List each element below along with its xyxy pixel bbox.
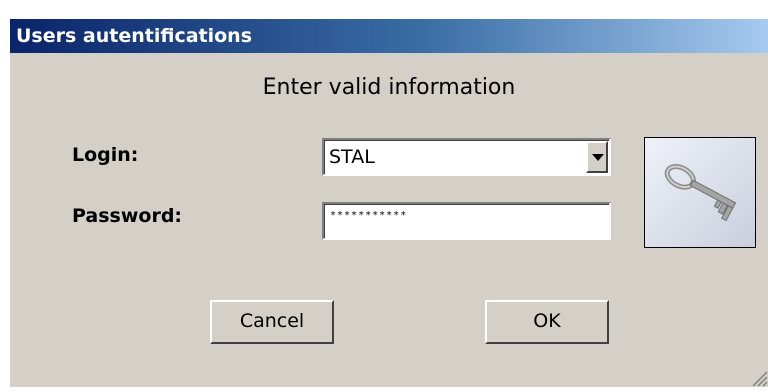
login-combobox[interactable]: STAL — [322, 138, 611, 176]
resize-grip-icon[interactable] — [750, 369, 768, 387]
key-icon — [644, 137, 756, 248]
password-field[interactable]: *********** — [322, 202, 611, 240]
chevron-down-icon — [592, 154, 604, 161]
password-value: *********** — [330, 210, 408, 221]
login-dropdown-button[interactable] — [586, 141, 608, 173]
dialog-heading: Enter valid information — [262, 75, 516, 100]
login-value: STAL — [329, 146, 375, 168]
login-label: Login: — [72, 144, 139, 166]
cancel-button[interactable]: Cancel — [210, 300, 334, 344]
password-label: Password: — [72, 205, 183, 227]
ok-button[interactable]: OK — [485, 300, 609, 344]
title-bar[interactable]: Users autentifications — [10, 19, 768, 53]
auth-dialog: Users autentifications Enter valid infor… — [8, 18, 768, 387]
